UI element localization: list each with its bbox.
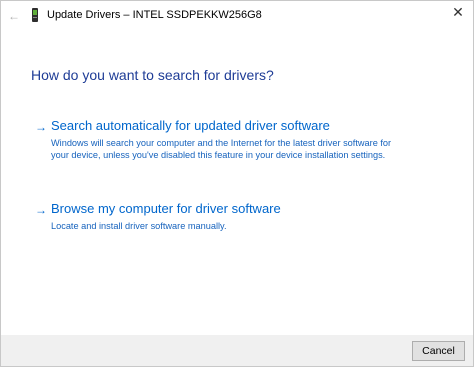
dialog-footer: Cancel [1,335,473,366]
window-title: Update Drivers – INTEL SSDPEKKW256G8 [47,9,262,21]
option-description: Windows will search your computer and th… [51,138,392,160]
back-arrow-icon[interactable]: ← [7,9,21,23]
close-icon[interactable]: ✕ [443,1,473,25]
device-icon [31,7,39,23]
arrow-right-icon: → [35,120,47,134]
option-title[interactable]: Search automatically for updated driver … [51,118,330,133]
cancel-button[interactable]: Cancel [412,341,465,361]
update-drivers-dialog: ← Update Drivers – INTEL SSDPEKKW256G8 ✕… [0,0,474,367]
option-title[interactable]: Browse my computer for driver software [51,201,281,216]
page-heading: How do you want to search for drivers? [31,67,274,83]
option-description: Locate and install driver software manua… [51,221,227,231]
title-bar: ← Update Drivers – INTEL SSDPEKKW256G8 ✕ [1,1,473,31]
arrow-right-icon: → [35,203,47,217]
